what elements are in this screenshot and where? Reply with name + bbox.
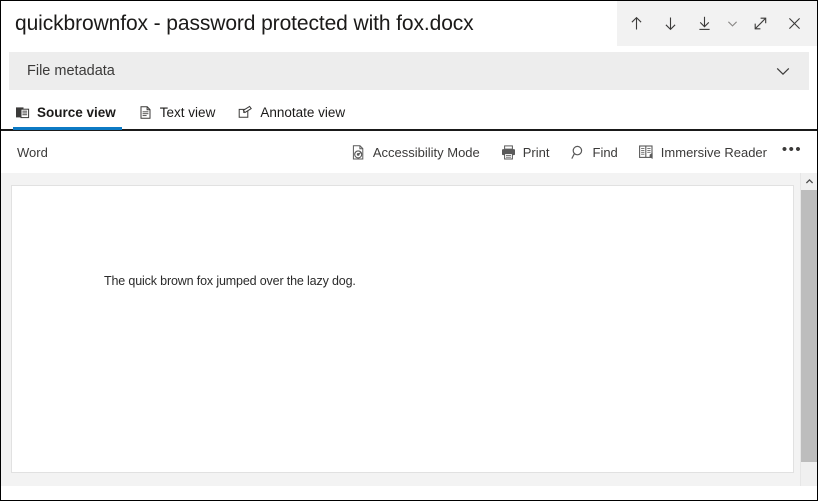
print-button[interactable]: Print: [490, 136, 560, 168]
print-label: Print: [522, 144, 550, 160]
title-bar: quickbrownfox - password protected with …: [1, 1, 817, 46]
scroll-up-button[interactable]: [801, 173, 817, 190]
file-viewer-window: quickbrownfox - password protected with …: [0, 0, 818, 501]
close-button[interactable]: [777, 1, 811, 46]
immersive-reader-button[interactable]: Immersive Reader: [628, 136, 777, 168]
file-metadata-toggle[interactable]: File metadata: [9, 52, 809, 90]
tab-source-view[interactable]: Source view: [7, 95, 130, 130]
document-body-text: The quick brown fox jumped over the lazy…: [104, 274, 356, 288]
scroll-up-icon: [805, 173, 814, 191]
download-options-button[interactable]: [721, 1, 743, 46]
window-action-buttons: [617, 1, 817, 46]
find-label: Find: [592, 144, 618, 160]
view-tabs: Source view Text view Annotate view: [1, 95, 817, 131]
download-icon: [696, 15, 713, 32]
find-button[interactable]: Find: [560, 136, 628, 168]
scrollbar-thumb[interactable]: [801, 190, 817, 462]
window-title: quickbrownfox - password protected with …: [15, 11, 474, 35]
printer-icon: [500, 144, 517, 161]
tab-text-view-label: Text view: [159, 104, 216, 120]
close-icon: [786, 15, 803, 32]
next-item-button[interactable]: [653, 1, 687, 46]
immersive-reader-icon: [638, 144, 655, 161]
previous-item-button[interactable]: [619, 1, 653, 46]
chevron-down-icon[interactable]: [773, 61, 793, 81]
document-page: The quick brown fox jumped over the lazy…: [11, 185, 794, 473]
expand-button[interactable]: [743, 1, 777, 46]
arrow-up-icon: [628, 15, 645, 32]
accessibility-mode-label: Accessibility Mode: [372, 144, 480, 160]
file-metadata-label: File metadata: [27, 63, 115, 79]
immersive-reader-label: Immersive Reader: [660, 144, 767, 160]
annotate-view-icon: [237, 105, 253, 120]
tab-annotate-view-label: Annotate view: [260, 104, 346, 120]
source-view-icon: [15, 105, 30, 120]
viewer-app-name: Word: [17, 144, 48, 160]
scrollbar-track[interactable]: [801, 462, 817, 486]
download-button[interactable]: [687, 1, 721, 46]
accessibility-mode-button[interactable]: Accessibility Mode: [340, 136, 490, 168]
file-metadata-section: File metadata: [1, 46, 817, 95]
search-icon: [570, 144, 587, 161]
accessibility-icon: [350, 144, 367, 161]
vertical-scrollbar[interactable]: [800, 173, 817, 486]
word-viewer-toolbar: Word Accessibility Mode Print Find Immer…: [1, 131, 817, 173]
expand-diagonal-icon: [752, 15, 769, 32]
chevron-down-icon: [726, 17, 739, 30]
text-view-icon: [138, 105, 153, 120]
document-canvas: The quick brown fox jumped over the lazy…: [1, 173, 817, 486]
tab-text-view[interactable]: Text view: [130, 95, 230, 129]
tab-source-view-label: Source view: [37, 104, 116, 120]
more-options-button[interactable]: •••: [777, 136, 807, 168]
tab-annotate-view[interactable]: Annotate view: [229, 95, 359, 129]
arrow-down-icon: [662, 15, 679, 32]
